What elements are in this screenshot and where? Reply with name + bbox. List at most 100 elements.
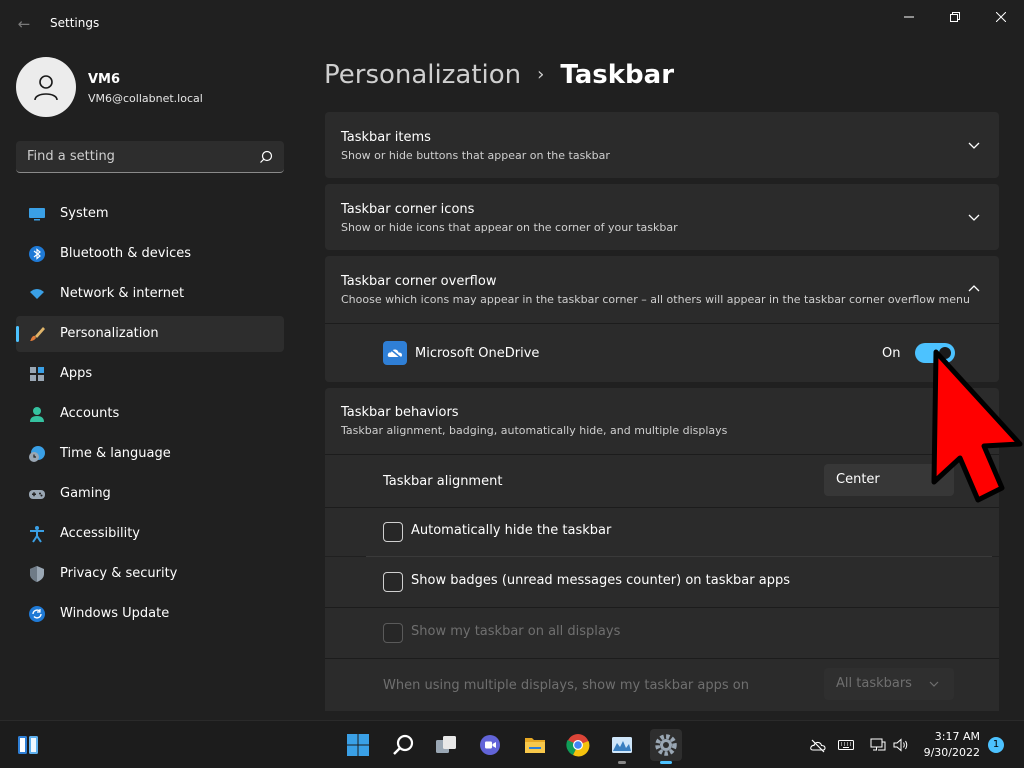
multi-display-label: When using multiple displays, show my ta… xyxy=(383,678,749,693)
sidebar-item-windows-update[interactable]: Windows Update xyxy=(16,596,284,632)
sidebar-item-time-language[interactable]: Time & language xyxy=(16,436,284,472)
page-title: Taskbar xyxy=(560,60,675,90)
photos-app-button[interactable] xyxy=(606,729,638,764)
minimize-icon xyxy=(904,16,914,18)
running-indicator xyxy=(618,761,626,764)
all-displays-row: Show my taskbar on all displays xyxy=(325,608,999,658)
notification-badge[interactable]: 1 xyxy=(988,737,1004,753)
badges-checkbox[interactable] xyxy=(383,572,403,592)
file-explorer-button[interactable] xyxy=(519,729,551,761)
apps-icon xyxy=(30,367,44,381)
card-title: Taskbar behaviors xyxy=(341,405,459,420)
sidebar-item-label: Windows Update xyxy=(60,606,170,621)
card-title: Taskbar items xyxy=(341,130,431,145)
sidebar-item-accounts[interactable]: Accounts xyxy=(16,396,284,432)
widgets-button[interactable] xyxy=(12,729,44,761)
badges-row: Show badges (unread messages counter) on… xyxy=(325,557,999,607)
sidebar-item-label: Personalization xyxy=(60,326,159,341)
onedrive-icon xyxy=(383,341,407,365)
brush-icon xyxy=(30,327,45,341)
taskbar-corner-icons-card[interactable]: Taskbar corner icons Show or hide icons … xyxy=(325,184,999,250)
breadcrumb-parent[interactable]: Personalization xyxy=(324,60,521,90)
windows-logo-icon xyxy=(347,734,369,756)
sidebar-item-label: Gaming xyxy=(60,486,111,501)
chat-icon xyxy=(480,735,500,755)
card-description: Choose which icons may appear in the tas… xyxy=(341,293,970,306)
close-icon xyxy=(996,12,1006,22)
breadcrumb: Personalization › Taskbar xyxy=(324,58,674,92)
sidebar-item-label: Accounts xyxy=(60,406,120,421)
chevron-down-icon xyxy=(929,681,939,687)
toggle-state-label: On xyxy=(882,346,901,361)
sidebar-item-personalization[interactable]: Personalization xyxy=(16,316,284,352)
person-icon xyxy=(30,407,44,422)
clock-time[interactable]: 3:17 AM xyxy=(935,730,980,743)
badges-label: Show badges (unread messages counter) on… xyxy=(411,573,790,588)
restore-button[interactable] xyxy=(932,6,978,28)
dropdown-value: All taskbars xyxy=(836,676,912,691)
onedrive-row: Microsoft OneDrive On xyxy=(325,324,999,382)
multi-display-dropdown[interactable]: All taskbars xyxy=(824,668,954,700)
folder-icon xyxy=(525,738,545,753)
gear-icon xyxy=(655,734,677,756)
chrome-icon xyxy=(566,734,590,757)
bluetooth-icon xyxy=(29,246,45,262)
sidebar-item-label: System xyxy=(60,206,109,221)
shield-icon xyxy=(30,566,44,582)
settings-app-button[interactable] xyxy=(650,729,682,764)
user-email: VM6@collabnet.local xyxy=(88,92,203,105)
sidebar-item-apps[interactable]: Apps xyxy=(16,356,284,392)
close-button[interactable] xyxy=(978,6,1024,28)
sidebar-item-bluetooth[interactable]: Bluetooth & devices xyxy=(16,236,284,272)
all-displays-label: Show my taskbar on all displays xyxy=(411,624,621,639)
sidebar-item-privacy[interactable]: Privacy & security xyxy=(16,556,284,592)
network-icon[interactable] xyxy=(870,737,886,753)
teams-chat-button[interactable] xyxy=(474,729,506,761)
onedrive-label: Microsoft OneDrive xyxy=(415,346,540,361)
taskbar: 3:17 AM 9/30/2022 1 xyxy=(0,720,1024,768)
user-icon xyxy=(34,75,58,101)
card-description: Taskbar alignment, badging, automaticall… xyxy=(341,424,728,437)
chevron-down-icon[interactable] xyxy=(967,210,981,224)
chevron-up-icon[interactable] xyxy=(967,282,981,296)
title-bar: ← Settings xyxy=(0,0,1024,48)
gamepad-icon xyxy=(29,490,45,499)
sidebar-item-network[interactable]: Network & internet xyxy=(16,276,284,312)
onedrive-off-icon[interactable] xyxy=(810,737,826,753)
minimize-button[interactable] xyxy=(886,6,932,28)
multi-display-row: When using multiple displays, show my ta… xyxy=(325,659,999,711)
auto-hide-checkbox[interactable] xyxy=(383,522,403,542)
sidebar-item-label: Accessibility xyxy=(60,526,140,541)
clock-date[interactable]: 9/30/2022 xyxy=(924,746,980,759)
window-title: Settings xyxy=(50,16,100,30)
sidebar-item-label: Time & language xyxy=(60,446,171,461)
cursor-arrow-icon xyxy=(931,349,1023,503)
user-name: VM6 xyxy=(88,72,121,87)
clock-globe-icon xyxy=(29,446,45,462)
sidebar-item-accessibility[interactable]: Accessibility xyxy=(16,516,284,552)
search-icon xyxy=(260,150,273,163)
sidebar-item-system[interactable]: System xyxy=(16,196,284,232)
chart-image-icon xyxy=(612,737,632,753)
taskbar-items-card[interactable]: Taskbar items Show or hide buttons that … xyxy=(325,112,999,178)
search-input[interactable]: Find a setting xyxy=(16,141,284,173)
sidebar-item-label: Apps xyxy=(60,366,93,381)
chrome-button[interactable] xyxy=(562,729,594,761)
active-indicator xyxy=(16,326,19,342)
sidebar-item-gaming[interactable]: Gaming xyxy=(16,476,284,512)
chevron-down-icon[interactable] xyxy=(967,138,981,152)
all-displays-checkbox[interactable] xyxy=(383,623,403,643)
start-button[interactable] xyxy=(342,729,374,761)
task-view-button[interactable] xyxy=(430,729,462,761)
keyboard-icon[interactable] xyxy=(838,737,854,753)
auto-hide-row: Automatically hide the taskbar xyxy=(325,508,999,556)
back-arrow-icon[interactable]: ← xyxy=(14,14,34,34)
sidebar-item-label: Bluetooth & devices xyxy=(60,246,191,261)
taskbar-behaviors-card[interactable]: Taskbar behaviors Taskbar alignment, bad… xyxy=(325,388,999,454)
card-title: Taskbar corner overflow xyxy=(341,274,497,289)
card-title: Taskbar corner icons xyxy=(341,202,475,217)
wifi-icon xyxy=(30,289,44,299)
volume-icon[interactable] xyxy=(893,737,909,753)
taskbar-search-button[interactable] xyxy=(387,729,419,761)
avatar[interactable] xyxy=(16,57,76,117)
